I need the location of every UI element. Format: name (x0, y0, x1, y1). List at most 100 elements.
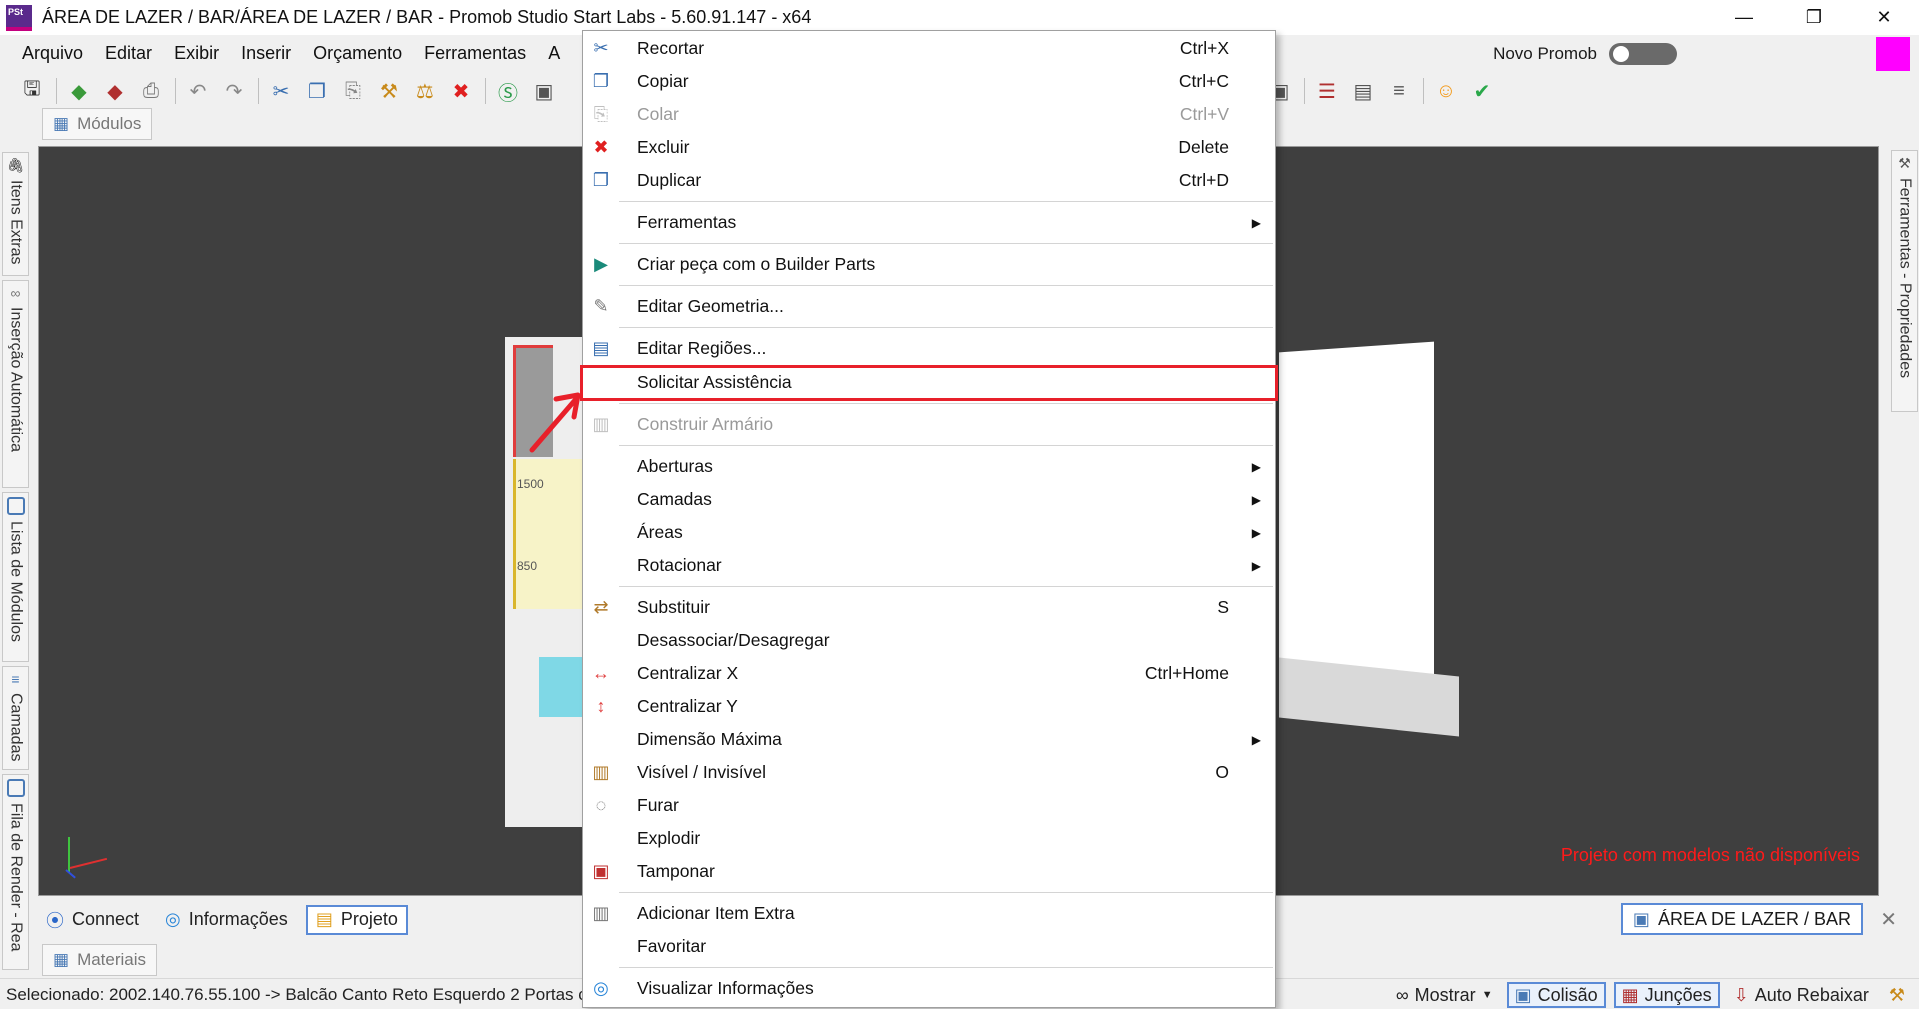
restore-button[interactable]: ❐ (1779, 0, 1849, 35)
status-actions: ∞ Mostrar ▼ ▣ Colisão ▦ Junções ⇩ Auto R… (1390, 981, 1911, 1009)
dimension-label: 850 (517, 559, 538, 573)
auto-rebaixar-button[interactable]: ⇩ Auto Rebaixar (1728, 982, 1875, 1008)
menu-ferramentas[interactable]: Ferramentas (413, 43, 537, 64)
panel-tab-itens-extras[interactable]: 🖇 Itens Extras (2, 152, 29, 276)
menu-item-copiar[interactable]: ❐ Copiar Ctrl+C (583, 65, 1275, 98)
modules-icon: ▦ (53, 114, 70, 133)
menu-item-ferramentas[interactable]: Ferramentas ▶ (583, 206, 1275, 239)
materiais-tab[interactable]: ▦ Materiais (42, 944, 158, 976)
check-icon[interactable]: ✔ (1468, 77, 1496, 105)
panel-tab-ferramentas-propriedades[interactable]: ⚒ Ferramentas - Propriedades (1891, 150, 1918, 412)
menu-item-rotacionar[interactable]: Rotacionar ▶ (583, 549, 1275, 582)
modulos-tab[interactable]: ▦ Módulos (42, 108, 153, 140)
paste-icon[interactable]: ⎘ (339, 77, 367, 105)
layout-icon[interactable]: ▤ (1349, 77, 1377, 105)
frame-icon[interactable]: ▣ (530, 77, 558, 105)
colisao-button[interactable]: ▣ Colisão (1506, 982, 1606, 1008)
axis-x-indicator (69, 857, 108, 869)
context-menu: ✂ Recortar Ctrl+X ❐ Copiar Ctrl+C ⎘ Cola… (582, 30, 1276, 1008)
toolbar-separator (1304, 78, 1305, 104)
menu-separator (619, 243, 1273, 244)
center-x-icon: ↔ (592, 663, 610, 683)
undo-icon[interactable]: ↶ (184, 77, 212, 105)
menu-item-recortar[interactable]: ✂ Recortar Ctrl+X (583, 32, 1275, 65)
budget-icon[interactable]: Ⓢ (494, 77, 522, 105)
menu-item-adicionar-item-extra[interactable]: ▥ Adicionar Item Extra (583, 897, 1275, 930)
menu-item-duplicar[interactable]: ❐ Duplicar Ctrl+D (583, 164, 1275, 197)
tab-connect[interactable]: ⦿ Connect (38, 905, 147, 935)
menu-item-excluir[interactable]: ✖ Excluir Delete (583, 131, 1275, 164)
save-icon[interactable]: 🖫 (18, 77, 46, 105)
menu-item-editar-geometria[interactable]: ✎ Editar Geometria... (583, 290, 1275, 323)
menu-item-explodir[interactable]: Explodir (583, 822, 1275, 855)
copy-icon[interactable]: ❐ (303, 77, 331, 105)
layers-icon: ≡ (11, 671, 20, 687)
close-button[interactable]: ✕ (1849, 0, 1919, 35)
menu-item-desassociar[interactable]: Desassociar/Desagregar (583, 624, 1275, 657)
panel-tab-lista-modulos[interactable]: Lista de Módulos (2, 492, 29, 662)
minimize-button[interactable]: — (1709, 0, 1779, 35)
menu-item-visivel-invisivel[interactable]: ▥ Visível / Invisível O (583, 756, 1275, 789)
materials-icon: ▦ (53, 950, 70, 969)
delete-icon[interactable]: ✖ (447, 77, 475, 105)
panel-tab-insercao-automatica[interactable]: ∞ Inserção Automática (2, 280, 29, 488)
menu-item-furar[interactable]: ◌ Furar (583, 789, 1275, 822)
menu-item-areas[interactable]: Áreas ▶ (583, 516, 1275, 549)
wrench-icon: ⚒ (1888, 984, 1905, 1005)
menu-item-aberturas[interactable]: Aberturas ▶ (583, 450, 1275, 483)
submenu-arrow-icon: ▶ (1251, 558, 1261, 573)
menu-item-centralizar-x[interactable]: ↔ Centralizar X Ctrl+Home (583, 657, 1275, 690)
colisao-label: Colisão (1537, 984, 1598, 1005)
document-tab[interactable]: ▣ ÁREA DE LAZER / BAR (1620, 903, 1863, 935)
tab-projeto[interactable]: ▤ Projeto (305, 904, 408, 935)
rss-icon: ⦿ (46, 910, 64, 931)
cover-icon: ▣ (592, 861, 610, 881)
tab-informacoes[interactable]: ◎ Informações (157, 905, 296, 935)
panel-tab-label: Fila de Render - Rea (7, 803, 25, 952)
paint-icon[interactable]: ⚖ (411, 77, 439, 105)
menu-separator (619, 403, 1273, 404)
cut-icon[interactable]: ✂ (267, 77, 295, 105)
junctions-icon: ▦ (1621, 984, 1639, 1005)
menu-item-favoritar[interactable]: Favoritar (583, 930, 1275, 963)
left-panel-rail: 🖇 Itens Extras ∞ Inserção Automática Lis… (0, 150, 30, 970)
menu-item-colar: ⎘ Colar Ctrl+V (583, 98, 1275, 131)
close-document-icon[interactable]: ✕ (1880, 907, 1897, 932)
modulos-tab-label: Módulos (77, 114, 142, 133)
panel-tab-label: Lista de Módulos (7, 521, 25, 642)
menu-exibir[interactable]: Exibir (163, 43, 230, 64)
panel-tab-camadas[interactable]: ≡ Camadas (2, 666, 29, 770)
report-icon[interactable]: ☰ (1313, 77, 1341, 105)
menu-item-centralizar-y[interactable]: ↕ Centralizar Y (583, 690, 1275, 723)
menu-item-tamponar[interactable]: ▣ Tamponar (583, 855, 1275, 888)
mostrar-dropdown[interactable]: ∞ Mostrar ▼ (1390, 982, 1499, 1008)
menu-item-visualizar-informacoes[interactable]: ◎ Visualizar Informações (583, 972, 1275, 1005)
align-icon[interactable]: ≡ (1385, 77, 1413, 105)
axis-z-indicator (65, 869, 76, 879)
toggle-switch[interactable] (1609, 43, 1677, 65)
list-icon (6, 497, 25, 515)
menu-orcamento[interactable]: Orçamento (302, 43, 413, 64)
print-icon[interactable]: ⎙ (137, 77, 165, 105)
toolbar-separator (56, 78, 57, 104)
juncoes-button[interactable]: ▦ Junções (1613, 982, 1720, 1008)
menu-item-camadas[interactable]: Camadas ▶ (583, 483, 1275, 516)
panel-tab-fila-render[interactable]: Fila de Render - Rea (2, 774, 29, 970)
render-icon[interactable]: ◆ (65, 77, 93, 105)
menu-item-substituir[interactable]: ⇄ Substituir S (583, 591, 1275, 624)
settings-tool-button[interactable]: ⚒ (1883, 982, 1911, 1008)
redo-icon[interactable]: ↷ (220, 77, 248, 105)
novo-promob-switch[interactable]: Novo Promob (1493, 43, 1677, 65)
menu-item-editar-regioes[interactable]: ▤ Editar Regiões... (583, 332, 1275, 365)
menu-arquivo[interactable]: Arquivo (11, 43, 94, 64)
user-icon[interactable]: ☺ (1432, 77, 1460, 105)
menu-item-dimensao-maxima[interactable]: Dimensão Máxima ▶ (583, 723, 1275, 756)
menu-partial[interactable]: A (537, 43, 571, 64)
menu-editar[interactable]: Editar (94, 43, 163, 64)
color-swatch[interactable] (1876, 37, 1910, 71)
menu-item-builder-parts[interactable]: ▶ Criar peça com o Builder Parts (583, 248, 1275, 281)
toolbar-separator (485, 78, 486, 104)
hammer-icon[interactable]: ⚒ (375, 77, 403, 105)
menu-inserir[interactable]: Inserir (230, 43, 302, 64)
render-settings-icon[interactable]: ◆ (101, 77, 129, 105)
